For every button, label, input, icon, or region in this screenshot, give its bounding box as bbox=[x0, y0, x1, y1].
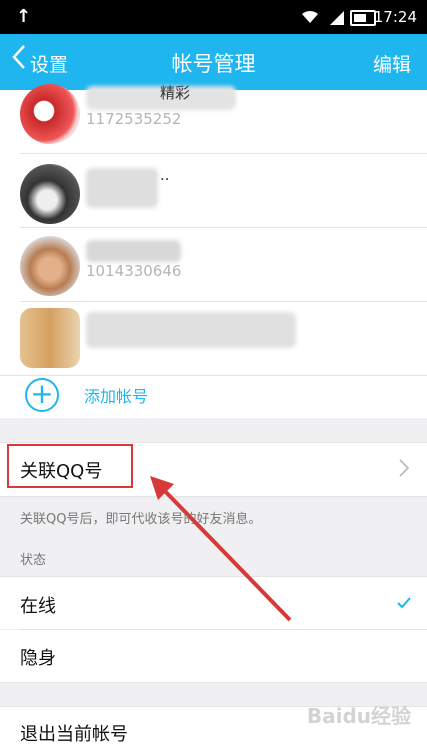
status-option-label: 在线 bbox=[20, 596, 56, 617]
chevron-right-icon bbox=[399, 459, 410, 481]
account-id: 1172535252 bbox=[86, 110, 182, 128]
avatar bbox=[20, 308, 80, 368]
upload-icon: ↑ bbox=[16, 6, 32, 27]
baidu-watermark: Baidu经验 bbox=[306, 704, 411, 728]
status-bar: ↑ 17:24 bbox=[0, 0, 427, 34]
account-name-suffix: .. bbox=[160, 166, 170, 184]
wifi-icon bbox=[300, 8, 320, 28]
avatar bbox=[20, 84, 80, 144]
account-item[interactable]: .. bbox=[0, 154, 427, 228]
account-id: 1014330646 bbox=[86, 262, 182, 280]
battery-icon bbox=[350, 10, 376, 26]
account-item[interactable] bbox=[0, 302, 427, 376]
add-account-button[interactable]: + 添加帐号 bbox=[0, 370, 427, 418]
status-time: 17:24 bbox=[373, 8, 417, 26]
edit-button[interactable]: 编辑 bbox=[373, 50, 411, 77]
account-item[interactable]: 1014330646 bbox=[0, 228, 427, 302]
add-account-label: 添加帐号 bbox=[84, 387, 149, 406]
page-title: 帐号管理 bbox=[171, 52, 256, 76]
check-icon bbox=[397, 594, 411, 613]
status-option-label: 隐身 bbox=[20, 648, 56, 669]
logout-label: 退出当前帐号 bbox=[20, 724, 128, 745]
account-list: 精彩 1172535252 .. 1014330646 + 添加帐号 bbox=[0, 84, 427, 418]
annotation-arrow bbox=[150, 476, 292, 622]
plus-circle-icon: + bbox=[25, 378, 59, 412]
signal-icon bbox=[330, 10, 344, 25]
avatar bbox=[20, 164, 80, 224]
account-name-suffix: 精彩 bbox=[160, 84, 191, 102]
avatar bbox=[20, 236, 80, 296]
status-section-header: 状态 bbox=[20, 553, 47, 568]
annotation-box bbox=[7, 444, 133, 488]
account-item[interactable]: 精彩 1172535252 bbox=[0, 80, 427, 154]
status-option-invisible[interactable]: 隐身 bbox=[0, 630, 427, 682]
